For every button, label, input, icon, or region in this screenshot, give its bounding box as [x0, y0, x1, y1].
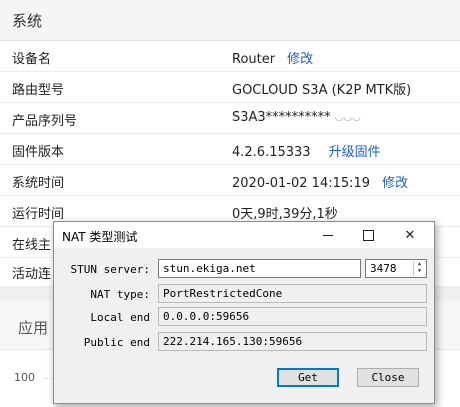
info-value: 4.2.6.15333 升级固件	[232, 141, 381, 160]
device-name-value: Router	[232, 52, 276, 67]
public-end-field: 222.214.165.130:59656	[158, 332, 427, 351]
stun-port-value: 3478	[370, 262, 397, 275]
maximize-button[interactable]	[348, 222, 388, 248]
info-value: 2020-01-02 14:15:19 修改	[232, 172, 408, 191]
info-row-device-name: 设备名 Router 修改	[0, 41, 460, 72]
spin-up-icon[interactable]: ▲	[414, 261, 425, 268]
local-end-field: 0.0.0.0:59656	[158, 307, 427, 326]
info-row-router-model: 路由型号 GOCLOUD S3A (K2P MTK版)	[0, 72, 460, 103]
info-value: S3A3********** ◡◡◡	[232, 110, 361, 125]
info-label: 系统时间	[12, 176, 65, 191]
get-button[interactable]: Get	[277, 368, 339, 387]
public-end-label: Public end	[83, 336, 150, 349]
nat-test-dialog: NAT 类型测试 ✕ STUN server: stun.ekiga.net 3…	[53, 221, 435, 404]
info-row-serial-number: 产品序列号 S3A3********** ◡◡◡	[0, 103, 460, 134]
dialog-title: NAT 类型测试	[62, 230, 138, 244]
local-end-label: Local end	[90, 311, 150, 324]
info-label: 固件版本	[12, 145, 65, 160]
close-button[interactable]: Close	[357, 368, 419, 387]
stun-server-label: STUN server:	[70, 263, 150, 276]
nat-type-field: PortRestrictedCone	[158, 284, 427, 303]
loading-icon: ◡◡◡	[334, 112, 361, 123]
info-label: 路由型号	[12, 83, 65, 98]
info-label: 活动连	[12, 267, 52, 282]
close-icon: ✕	[404, 227, 416, 243]
upgrade-firmware-link[interactable]: 升级固件	[329, 145, 381, 160]
system-section-header: 系统	[0, 0, 460, 41]
minimize-icon	[323, 234, 333, 236]
info-label: 在线主	[12, 238, 52, 253]
info-label: 产品序列号	[12, 114, 78, 129]
dialog-titlebar[interactable]: NAT 类型测试 ✕	[54, 222, 434, 248]
minimize-button[interactable]	[308, 222, 348, 248]
window-close-button[interactable]: ✕	[390, 222, 430, 248]
info-row-system-time: 系统时间 2020-01-02 14:15:19 修改	[0, 165, 460, 196]
info-value: Router 修改	[232, 48, 313, 67]
info-label: 设备名	[12, 52, 52, 67]
stun-server-input[interactable]: stun.ekiga.net	[158, 259, 361, 278]
spin-arrows[interactable]: ▲ ▼	[413, 261, 425, 276]
uptime-value: 0天,9时,39分,1秒	[232, 207, 338, 222]
edit-time-link[interactable]: 修改	[382, 176, 408, 191]
rename-device-link[interactable]: 修改	[287, 52, 313, 67]
firmware-version-value: 4.2.6.15333	[232, 145, 311, 160]
info-label: 运行时间	[12, 207, 65, 222]
system-section-title: 系统	[12, 12, 43, 30]
chart-y-tick-label: 100	[14, 371, 35, 384]
app-section-title: 应用	[18, 319, 49, 337]
nat-type-label: NAT type:	[90, 288, 150, 301]
system-time-value: 2020-01-02 14:15:19	[232, 176, 371, 191]
stun-port-stepper[interactable]: 3478 ▲ ▼	[365, 259, 427, 278]
maximize-icon	[362, 229, 374, 241]
serial-number-value: S3A3**********	[232, 110, 331, 125]
info-row-firmware-version: 固件版本 4.2.6.15333 升级固件	[0, 134, 460, 165]
spin-down-icon[interactable]: ▼	[414, 268, 425, 275]
router-model-value: GOCLOUD S3A (K2P MTK版)	[232, 83, 412, 98]
